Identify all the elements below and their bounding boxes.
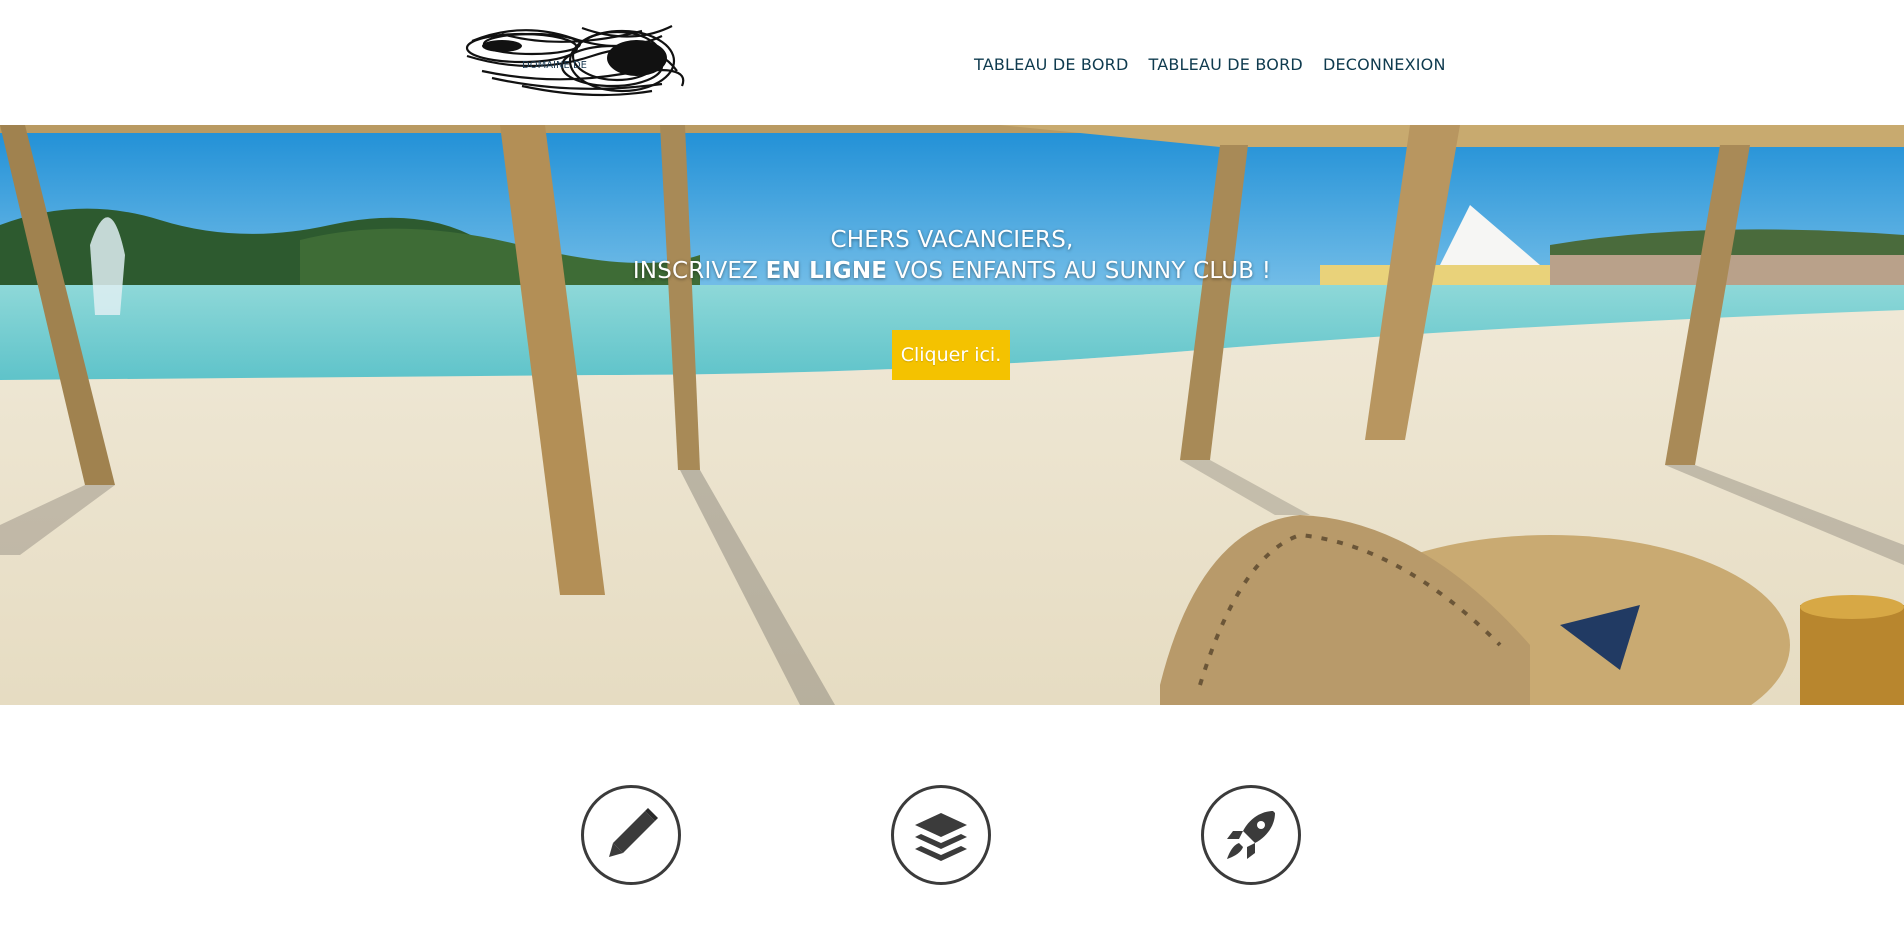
hero-beach-image xyxy=(0,125,1904,705)
hero-line2-prefix: INSCRIVEZ xyxy=(632,258,766,284)
nav-dashboard-2[interactable]: TABLEAU DE BORD xyxy=(1148,55,1302,74)
hero-line2-bold: EN LIGNE xyxy=(765,258,888,284)
hero-line2: INSCRIVEZ EN LIGNE VOS ENFANTS AU SUNNY … xyxy=(0,256,1904,287)
pen-icon xyxy=(609,808,658,857)
feature-rocket[interactable] xyxy=(1201,785,1301,885)
feature-layers[interactable] xyxy=(891,785,991,885)
cta-button[interactable]: Cliquer ici. xyxy=(892,330,1010,380)
hero-banner: CHERS VACANCIERS, INSCRIVEZ EN LIGNE VOS… xyxy=(0,125,1904,705)
site-logo[interactable]: DOMAINE DE xyxy=(462,16,688,102)
hero-line2-suffix: VOS ENFANTS AU SUNNY CLUB ! xyxy=(887,258,1272,284)
hero-heading: CHERS VACANCIERS, INSCRIVEZ EN LIGNE VOS… xyxy=(0,225,1904,287)
rocket-icon xyxy=(1227,811,1275,859)
main-nav: TABLEAU DE BORD TABLEAU DE BORD DECONNEX… xyxy=(974,55,1446,74)
features-section xyxy=(0,705,1904,926)
site-header: DOMAINE DE TABLEAU DE BORD TABLEAU DE BO… xyxy=(0,0,1904,125)
feature-pen[interactable] xyxy=(581,785,681,885)
layers-icon xyxy=(915,813,967,861)
logo-scribble: DOMAINE DE xyxy=(465,25,685,97)
nav-logout[interactable]: DECONNEXION xyxy=(1323,55,1446,74)
nav-dashboard-1[interactable]: TABLEAU DE BORD xyxy=(974,55,1128,74)
hero-line1: CHERS VACANCIERS, xyxy=(830,227,1074,253)
logo-text: DOMAINE DE xyxy=(522,60,587,71)
